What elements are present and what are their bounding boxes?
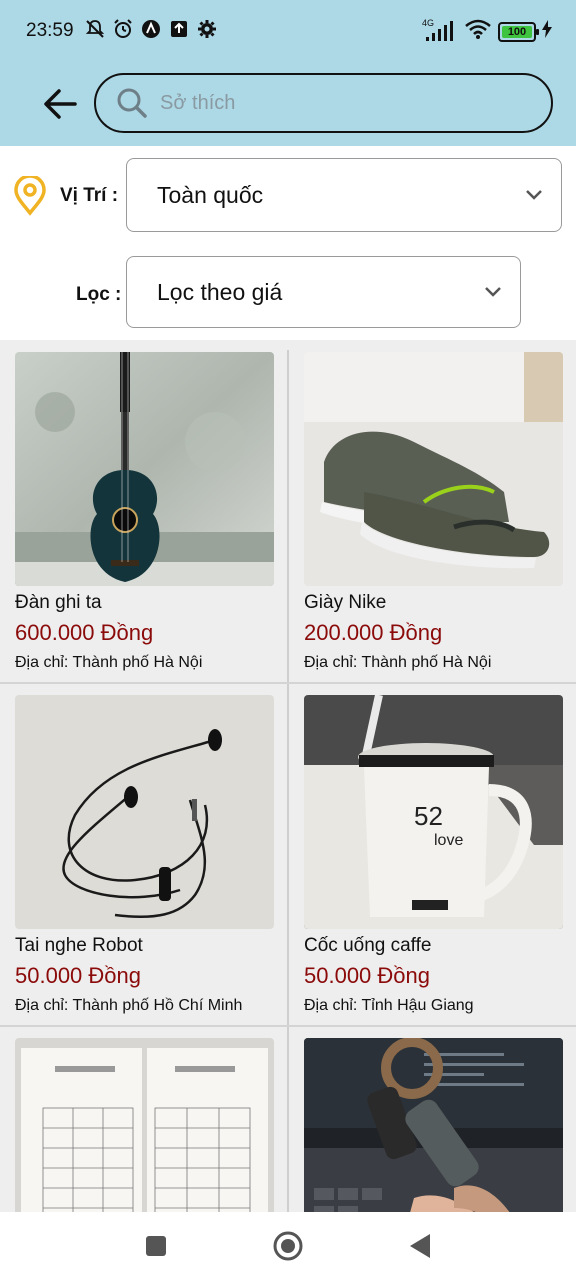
product-address: Địa chỉ: Thành phố Hà Nội (304, 654, 492, 671)
svg-text:love: love (434, 832, 463, 849)
upload-icon (168, 18, 190, 40)
nav-back-button[interactable] (404, 1230, 436, 1262)
product-card[interactable]: 52 love Cốc uống caffe 50.000 Đồng Địa c… (304, 695, 563, 1015)
product-name: Tai nghe Robot (15, 935, 143, 956)
product-name: Đàn ghi ta (15, 592, 102, 613)
product-address: Địa chỉ: Tỉnh Hậu Giang (304, 997, 474, 1014)
location-select[interactable]: Toàn quốc (126, 158, 562, 232)
settings-icon (196, 18, 218, 40)
search-icon (117, 88, 147, 118)
price-filter-select[interactable]: Lọc theo giá (126, 256, 521, 328)
status-time: 23:59 (26, 20, 74, 41)
back-button[interactable] (40, 84, 80, 124)
mute-icon (84, 18, 106, 40)
product-image-guitar (15, 352, 274, 586)
product-image-sudoku-book (15, 1038, 274, 1212)
product-image-earphones (15, 695, 274, 929)
product-price: 600.000 Đồng (15, 620, 154, 645)
alarm-icon (112, 18, 134, 40)
svg-text:52: 52 (414, 801, 443, 831)
product-address: Địa chỉ: Thành phố Hà Nội (15, 654, 203, 671)
product-name: Cốc uống caffe (304, 935, 432, 956)
app-header: Sở thích (0, 62, 576, 146)
recent-apps-icon (146, 1236, 166, 1256)
product-grid: Đàn ghi ta 600.000 Đồng Địa chỉ: Thành p… (0, 340, 576, 1212)
status-bar: 23:59 4G 100 (0, 0, 576, 62)
location-pin-icon (14, 176, 46, 216)
row-divider (0, 682, 576, 684)
home-icon (273, 1231, 303, 1261)
product-card[interactable]: Giày Nike 200.000 Đồng Địa chỉ: Thành ph… (304, 352, 563, 672)
price-filter-value: Lọc theo giá (157, 278, 283, 305)
wifi-icon (464, 18, 492, 45)
search-input[interactable]: Sở thích (160, 92, 235, 115)
system-navigation-bar (0, 1212, 576, 1280)
chevron-down-icon (526, 190, 542, 200)
product-price: 50.000 Đồng (304, 963, 430, 988)
app-icon (140, 18, 162, 40)
back-nav-icon (410, 1234, 430, 1258)
recent-apps-button[interactable] (140, 1230, 172, 1262)
grid-divider (287, 350, 289, 1212)
location-label: Vị Trí : (60, 185, 119, 206)
charging-icon (542, 20, 552, 43)
product-card[interactable] (15, 1038, 274, 1212)
filter-label: Lọc : (76, 284, 122, 305)
status-icons-right: 4G 100 (422, 18, 552, 45)
product-image-mug: 52 love (304, 695, 563, 929)
signal-icon: 4G (422, 18, 458, 44)
chevron-down-icon (485, 287, 501, 297)
product-price: 200.000 Đồng (304, 620, 443, 645)
row-divider (0, 1025, 576, 1027)
battery-icon: 100 (498, 21, 539, 42)
search-bar[interactable]: Sở thích (94, 73, 553, 133)
home-button[interactable] (272, 1230, 304, 1262)
product-price: 50.000 Đồng (15, 963, 141, 988)
status-icons-left (84, 18, 218, 40)
product-card[interactable] (304, 1038, 563, 1212)
product-card[interactable]: Tai nghe Robot 50.000 Đồng Địa chỉ: Thàn… (15, 695, 274, 1015)
product-name: Giày Nike (304, 592, 387, 613)
product-card[interactable]: Đàn ghi ta 600.000 Đồng Địa chỉ: Thành p… (15, 352, 274, 672)
product-address: Địa chỉ: Thành phố Hồ Chí Minh (15, 997, 243, 1014)
product-image-shoes (304, 352, 563, 586)
filter-panel: Vị Trí : Toàn quốc Lọc : Lọc theo giá (0, 146, 576, 340)
arrow-left-icon (44, 89, 77, 119)
location-select-value: Toàn quốc (157, 181, 264, 208)
product-image-hand-gripper (304, 1038, 563, 1212)
